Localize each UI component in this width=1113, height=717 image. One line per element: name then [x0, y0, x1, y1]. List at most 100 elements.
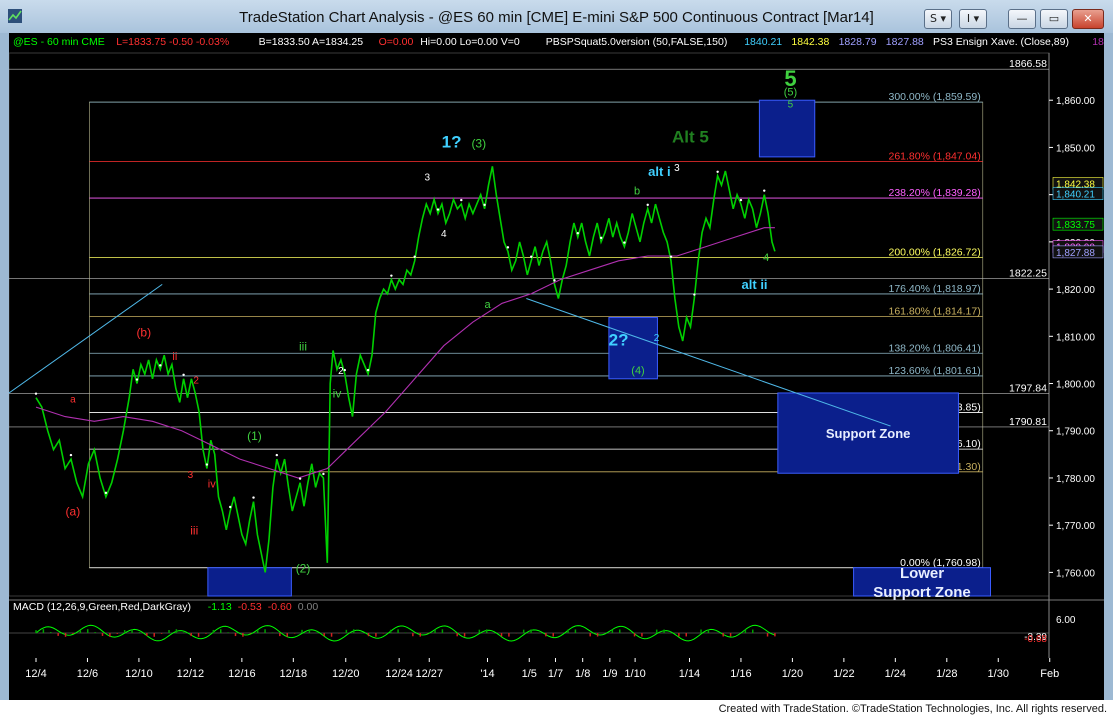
wave-label: b	[634, 186, 640, 198]
pivot-dot	[182, 373, 185, 376]
pivot-dot	[104, 491, 108, 495]
x-tick-label: 1/22	[833, 668, 854, 680]
pivot-dot	[322, 472, 325, 476]
footer-credit: Created with TradeStation. ©TradeStation…	[718, 703, 1107, 715]
wave-label: 2	[193, 376, 199, 387]
y-tick-label: 1,860.00	[1056, 96, 1095, 107]
price-tag-label: 1,840.21	[1056, 190, 1095, 201]
price-level-label: 1822.25	[1009, 267, 1047, 279]
pivot-dot	[366, 368, 370, 372]
wave-label: 4	[763, 252, 769, 264]
price-tag-label: 1,827.88	[1056, 248, 1095, 259]
price-panel	[8, 52, 1050, 597]
wave-label: a	[484, 299, 491, 311]
wave-label: 2	[654, 333, 660, 344]
wave-label: 3	[188, 470, 194, 481]
pivot-dot	[739, 198, 743, 202]
pivot-dot	[623, 241, 626, 244]
pivot-dot	[275, 453, 279, 457]
wave-label: (3)	[471, 136, 486, 150]
pivot-dot	[646, 203, 649, 207]
wave-label: (5)	[784, 86, 797, 98]
i-dropdown-button[interactable]: I ▾	[959, 9, 987, 29]
wave-label: a	[70, 394, 76, 405]
macd-y-tick-label: 6.00	[1056, 615, 1076, 626]
x-tick-label: 12/6	[77, 668, 98, 680]
footer: Created with TradeStation. ©TradeStation…	[0, 700, 1113, 717]
price-level-label: 1797.84	[1009, 383, 1047, 395]
close-button[interactable]: ✕	[1072, 9, 1104, 29]
price-chart[interactable]: 1,760.00 1,770.00 1,780.00 1,790.00 1,800.00…	[8, 33, 1104, 700]
x-tick-label: 1/30	[988, 668, 1009, 680]
x-tick-label: 1/16	[730, 668, 751, 680]
x-tick-label: 12/24	[385, 668, 413, 680]
x-tick-label: 12/10	[125, 668, 153, 680]
wave-label: iv	[333, 387, 342, 401]
pivot-dot	[34, 392, 38, 395]
fib-level-label: 300.00% (1,859.59)	[888, 91, 980, 103]
wave-label: iii	[190, 524, 198, 538]
wave-label: 4	[441, 229, 447, 240]
wave-label: (4)	[631, 365, 644, 377]
zone-label: Support Zone	[826, 426, 911, 441]
x-tick-label: Feb	[1040, 668, 1059, 680]
price-level-label: 1866.58	[1009, 58, 1047, 70]
status-value: 18	[1092, 36, 1104, 48]
pivot-dot	[229, 505, 232, 509]
pivot-dot	[436, 208, 440, 211]
x-tick-label: 1/7	[548, 668, 563, 680]
zone-label: Support Zone	[873, 584, 971, 601]
x-tick-label: 1/20	[782, 668, 803, 680]
pivot-dot	[390, 274, 393, 277]
x-tick-label: 1/28	[936, 668, 957, 680]
x-tick-label: 1/8	[575, 668, 590, 680]
price-tag-label: 1,833.75	[1056, 220, 1095, 231]
wave-label: alt i	[648, 164, 670, 179]
pivot-dot	[506, 246, 510, 249]
trend-line	[526, 298, 891, 427]
wave-label: (b)	[136, 325, 151, 339]
status-value: 1828.79	[839, 36, 877, 48]
zone-box	[207, 567, 292, 597]
maximize-button[interactable]: ▭	[1040, 9, 1068, 29]
pivot-dot	[252, 496, 255, 499]
pivot-dot	[135, 378, 139, 381]
moving-average-line	[35, 227, 775, 479]
fib-level-label: 261.80% (1,847.04)	[888, 150, 980, 162]
pivot-dot	[159, 364, 162, 367]
pivot-dot	[693, 293, 696, 296]
chart-area[interactable]: 1,760.00 1,770.00 1,780.00 1,790.00 1,800.00…	[8, 33, 1104, 700]
wave-label: (1)	[247, 429, 262, 443]
macd-value: -0.60	[268, 601, 292, 613]
pivot-dot	[205, 463, 209, 466]
status-value: Hi=0.00 Lo=0.00 V=0	[420, 36, 520, 48]
y-tick-label: 1,790.00	[1056, 427, 1095, 438]
fib-level-label: 138.20% (1,806.41)	[888, 342, 980, 354]
s-dropdown-button[interactable]: S ▾	[924, 9, 952, 29]
y-tick-label: 1,850.00	[1056, 143, 1095, 154]
pivot-dot	[343, 368, 346, 372]
status-value: PBSPSquat5.0version (50,FALSE,150)	[546, 36, 728, 48]
pivot-dot	[298, 477, 302, 480]
fib-level-label: 123.60% (1,801.61)	[888, 365, 980, 377]
x-tick-label: '14	[480, 668, 494, 680]
minimize-button[interactable]: —	[1008, 9, 1036, 29]
x-tick-label: 1/5	[522, 668, 537, 680]
fib-frame	[89, 101, 984, 569]
macd-title: MACD (12,26,9,Green,Red,DarkGray)	[13, 601, 191, 613]
pivot-dot	[69, 453, 73, 457]
y-tick-label: 1,760.00	[1056, 568, 1095, 579]
y-tick-label: 1,810.00	[1056, 332, 1095, 343]
wave-label: alt ii	[742, 277, 768, 292]
pivot-dot	[669, 255, 673, 258]
x-tick-label: 12/20	[332, 668, 360, 680]
y-tick-label: 1,770.00	[1056, 521, 1095, 532]
y-tick-label: 1,820.00	[1056, 285, 1095, 296]
wave-label: (2)	[296, 561, 311, 575]
macd-value: 0.00	[298, 601, 319, 613]
x-tick-label: 12/27	[415, 668, 443, 680]
x-tick-label: 1/14	[679, 668, 700, 680]
app-window: TradeStation Chart Analysis - @ES 60 min…	[0, 0, 1113, 700]
x-tick-label: 1/9	[602, 668, 617, 680]
status-value: L=1833.75 -0.50 -0.03%	[116, 36, 229, 48]
